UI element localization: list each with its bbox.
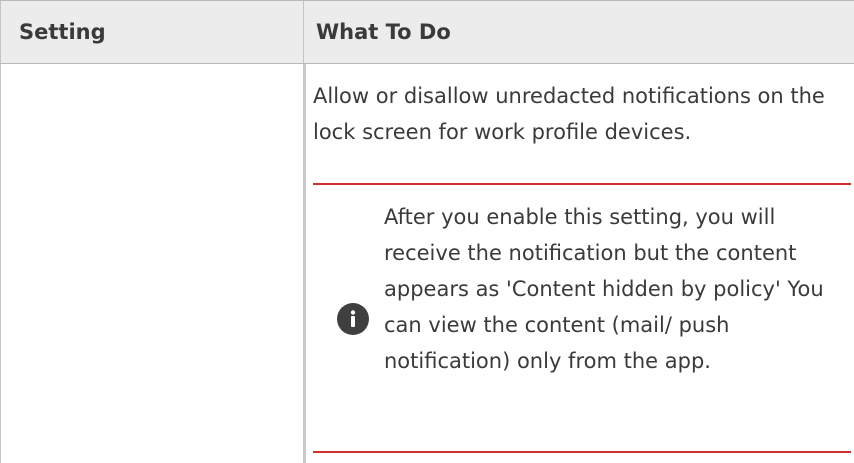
- column-divider: [303, 64, 306, 463]
- note-bottom-rule: [313, 451, 851, 453]
- setting-cell: [1, 64, 303, 463]
- description-text: Allow or disallow unredacted notificatio…: [313, 84, 825, 144]
- table-header-row: Setting What To Do: [0, 0, 854, 64]
- note-top-rule: [313, 183, 851, 185]
- header-setting: Setting: [0, 1, 304, 63]
- info-icon: [337, 303, 369, 335]
- settings-table: Setting What To Do Allow or disallow unr…: [0, 0, 854, 463]
- header-what-to-do: What To Do: [316, 20, 451, 44]
- note-text: After you enable this setting, you will …: [384, 205, 824, 373]
